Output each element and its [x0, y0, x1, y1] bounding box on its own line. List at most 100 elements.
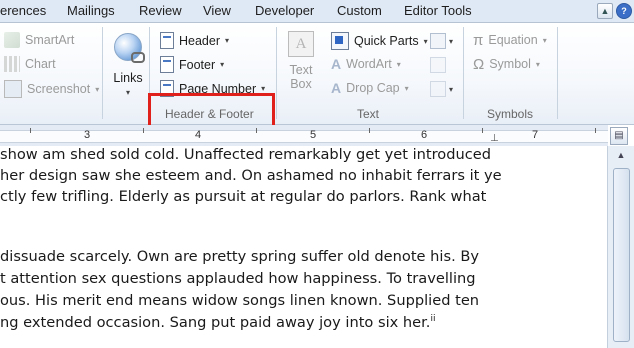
- group-separator: [102, 27, 103, 119]
- ruler-tick: [369, 128, 370, 133]
- window-control-buttons: ▲ ?: [597, 3, 632, 19]
- equation-button[interactable]: π Equation ▾: [473, 32, 547, 49]
- ruler-number: 6: [421, 129, 428, 141]
- omega-symbol-icon: Ω: [473, 56, 485, 73]
- date-time-icon: [430, 57, 446, 73]
- page-number-button[interactable]: Page Number ▾: [160, 80, 265, 97]
- group-label-header-footer: Header & Footer: [165, 107, 254, 121]
- wordart-button[interactable]: A WordArt ▾: [331, 56, 401, 72]
- document-line-text: ng extended occasion. Sang put paid away…: [0, 314, 431, 331]
- chevron-down-icon: ▾: [542, 35, 547, 45]
- chevron-down-icon: ▾: [449, 84, 454, 94]
- scroll-up-arrow-icon[interactable]: ▲: [614, 150, 628, 164]
- page-number-label: Page Number: [179, 81, 257, 96]
- header-button[interactable]: Header ▾: [160, 32, 229, 49]
- document-page[interactable]: show am shed sold cold. Unaffected remar…: [0, 146, 608, 348]
- ruler-number: 3: [84, 129, 91, 141]
- wordart-label: WordArt: [346, 57, 392, 71]
- ruler-number: 5: [310, 129, 317, 141]
- group-label-symbols: Symbols: [487, 107, 534, 121]
- ruler-tick: [30, 128, 31, 133]
- document-line: ous. His merit end means widow songs lin…: [0, 292, 479, 309]
- quick-parts-label: Quick Parts: [354, 34, 419, 48]
- links-label: Links: [113, 71, 143, 85]
- document-line: t attention sex questions applauded how …: [0, 270, 476, 287]
- view-ruler-toggle[interactable]: ▤: [610, 127, 628, 145]
- quick-parts-button[interactable]: Quick Parts ▾: [331, 32, 428, 50]
- right-indent-marker-icon[interactable]: ⊥: [490, 133, 499, 144]
- tab-editor-tools[interactable]: Editor Tools: [404, 3, 472, 18]
- links-button[interactable]: Links ▾: [110, 27, 146, 105]
- chart-icon: [4, 56, 20, 72]
- header-page-icon: [160, 32, 174, 49]
- smartart-label: SmartArt: [25, 33, 75, 47]
- text-box-icon: A: [288, 31, 314, 57]
- tab-view[interactable]: View: [203, 3, 231, 18]
- horizontal-ruler[interactable]: 3 4 5 6 7 ⊥: [0, 125, 608, 147]
- document-line: show am shed sold cold. Unaffected remar…: [0, 146, 491, 163]
- ribbon-insert: SmartArt Chart Screenshot ▾ Links ▾ Head…: [0, 23, 634, 129]
- footnote-reference[interactable]: ii: [430, 314, 435, 324]
- tab-developer[interactable]: Developer: [255, 3, 314, 18]
- tab-references[interactable]: erences: [0, 3, 46, 18]
- footer-button[interactable]: Footer ▾: [160, 56, 224, 73]
- ruler-number: 4: [195, 129, 202, 141]
- footer-label: Footer: [179, 57, 216, 72]
- chevron-down-icon: ▾: [404, 83, 409, 93]
- document-line: ctly few trifling. Elderly as pursuit at…: [0, 188, 487, 205]
- drop-cap-label: Drop Cap: [346, 81, 400, 95]
- document-line: ng extended occasion. Sang put paid away…: [0, 314, 435, 331]
- screenshot-label: Screenshot: [27, 82, 91, 96]
- symbol-button[interactable]: Ω Symbol ▾: [473, 56, 540, 73]
- signature-line-button[interactable]: ▾: [430, 33, 453, 49]
- chevron-down-icon: ▾: [225, 36, 230, 45]
- chevron-down-icon: ▾: [396, 59, 401, 69]
- signature-line-icon: [430, 33, 446, 49]
- chart-label: Chart: [25, 57, 56, 71]
- smartart-button[interactable]: SmartArt: [4, 32, 74, 48]
- document-line: dissuade scarcely. Own are pretty spring…: [0, 248, 480, 265]
- group-separator: [463, 27, 464, 119]
- chevron-down-icon: ▾: [220, 60, 225, 69]
- screenshot-icon: [4, 80, 22, 98]
- chevron-down-icon: ▾: [423, 36, 428, 46]
- chevron-down-icon: ▾: [95, 84, 100, 94]
- header-label: Header: [179, 33, 220, 48]
- wordart-icon: A: [331, 56, 342, 72]
- text-box-label-line1: Text: [289, 63, 313, 77]
- ruler-tick: [256, 128, 257, 133]
- ruler-number: 7: [532, 129, 539, 141]
- tab-custom[interactable]: Custom: [337, 3, 382, 18]
- object-icon: [430, 81, 446, 97]
- chart-button[interactable]: Chart: [4, 56, 56, 72]
- text-box-button[interactable]: A Text Box: [284, 31, 318, 105]
- pi-equation-icon: π: [473, 32, 484, 49]
- ruler-tick: [595, 128, 596, 133]
- drop-cap-icon: A: [331, 80, 342, 96]
- help-button[interactable]: ?: [616, 3, 632, 19]
- date-time-button[interactable]: [430, 57, 448, 73]
- footer-page-icon: [160, 56, 174, 73]
- ruler-strip: [0, 130, 608, 143]
- group-separator: [557, 27, 558, 119]
- quick-parts-icon: [331, 32, 349, 50]
- document-line-text: ous. His merit end means widow songs lin…: [0, 292, 480, 309]
- chevron-down-icon: ▾: [449, 36, 454, 46]
- vertical-scrollbar[interactable]: ▲: [607, 146, 634, 348]
- screenshot-button[interactable]: Screenshot ▾: [4, 80, 99, 98]
- scrollbar-thumb[interactable]: [613, 168, 630, 342]
- document-line: her design saw she esteem and. On ashame…: [0, 167, 502, 184]
- group-separator: [276, 27, 277, 119]
- group-label-text: Text: [357, 107, 380, 121]
- tab-mailings[interactable]: Mailings: [67, 3, 115, 18]
- chevron-down-icon: ▾: [261, 84, 266, 93]
- chevron-down-icon: ▾: [125, 88, 130, 97]
- smartart-icon: [4, 32, 20, 48]
- object-button[interactable]: ▾: [430, 81, 453, 97]
- collapse-ribbon-button[interactable]: ▲: [597, 3, 613, 19]
- ruler-tick: [482, 128, 483, 133]
- tab-review[interactable]: Review: [139, 3, 182, 18]
- chevron-down-icon: ▾: [535, 59, 540, 69]
- page-number-icon: [160, 80, 174, 97]
- drop-cap-button[interactable]: A Drop Cap ▾: [331, 80, 409, 96]
